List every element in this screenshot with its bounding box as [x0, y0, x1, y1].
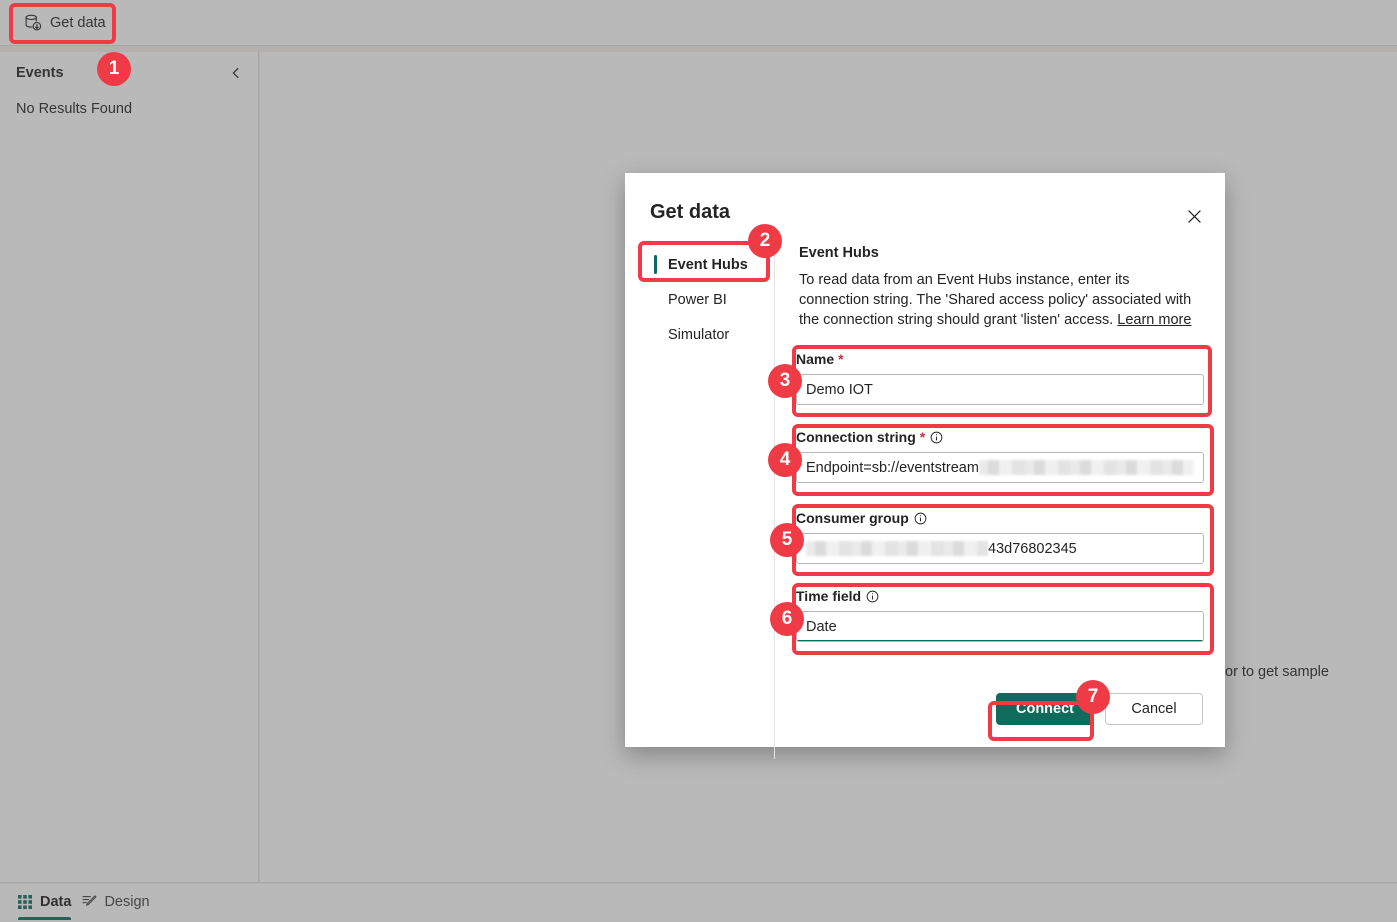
field-time-field: Time field Date — [796, 588, 1204, 642]
time-field-input[interactable]: Date — [796, 611, 1204, 642]
get-data-dialog: Get data Event Hubs Power BI Simulator E… — [625, 173, 1225, 759]
dialog-content-description: To read data from an Event Hubs instance… — [799, 270, 1199, 330]
dialog-nav-label: Simulator — [668, 326, 730, 343]
field-name: Name * Demo IOT — [796, 351, 1204, 405]
redacted-text-mask — [806, 541, 988, 556]
field-connection-string-label: Connection string * — [796, 429, 1204, 445]
dialog-nav-item-event-hubs[interactable]: Event Hubs — [650, 247, 790, 282]
dialog-nav-label: Event Hubs — [668, 256, 748, 273]
consumer-group-input[interactable]: 43d76802345 — [796, 533, 1204, 564]
field-consumer-group-label: Consumer group — [796, 510, 1204, 526]
dialog-content-heading: Event Hubs — [799, 245, 879, 261]
info-icon[interactable] — [865, 590, 879, 603]
close-icon[interactable] — [1179, 201, 1209, 231]
field-label-text: Connection string — [796, 429, 916, 445]
required-asterisk: * — [919, 429, 926, 445]
name-input-value: Demo IOT — [806, 381, 873, 398]
dialog-content: Event Hubs To read data from an Event Hu… — [799, 245, 1219, 330]
connection-string-input-value: Endpoint=sb://eventstream — [806, 459, 979, 476]
info-icon[interactable] — [913, 512, 927, 525]
dialog-source-nav: Event Hubs Power BI Simulator — [650, 247, 790, 352]
field-name-label: Name * — [796, 351, 1204, 367]
field-label-text: Name — [796, 351, 835, 367]
consumer-group-input-value: 43d76802345 — [988, 540, 1077, 557]
field-consumer-group: Consumer group 43d76802345 — [796, 510, 1204, 564]
dialog-nav-item-power-bi[interactable]: Power BI — [650, 282, 790, 317]
connect-button[interactable]: Connect — [996, 693, 1094, 725]
cancel-button[interactable]: Cancel — [1105, 693, 1203, 725]
field-connection-string: Connection string * Endpoint=sb://events… — [796, 429, 1204, 483]
info-icon[interactable] — [929, 431, 943, 444]
field-label-text: Consumer group — [796, 510, 909, 526]
field-label-text: Time field — [796, 588, 862, 604]
field-time-field-label: Time field — [796, 588, 1204, 604]
required-asterisk: * — [838, 351, 844, 367]
time-field-input-value: Date — [806, 618, 837, 635]
dialog-title: Get data — [650, 201, 731, 223]
dialog-nav-label: Power BI — [668, 291, 727, 308]
dialog-vertical-divider — [774, 247, 775, 759]
dialog-footer: Connect Cancel — [625, 693, 1203, 725]
learn-more-link[interactable]: Learn more — [1117, 312, 1191, 328]
app-root: Get data Events No Results Found or to g… — [0, 0, 1397, 922]
dialog-nav-item-simulator[interactable]: Simulator — [650, 317, 790, 352]
connection-string-input[interactable]: Endpoint=sb://eventstream — [796, 452, 1204, 483]
name-input[interactable]: Demo IOT — [796, 374, 1204, 405]
redacted-text-mask — [978, 460, 1194, 475]
